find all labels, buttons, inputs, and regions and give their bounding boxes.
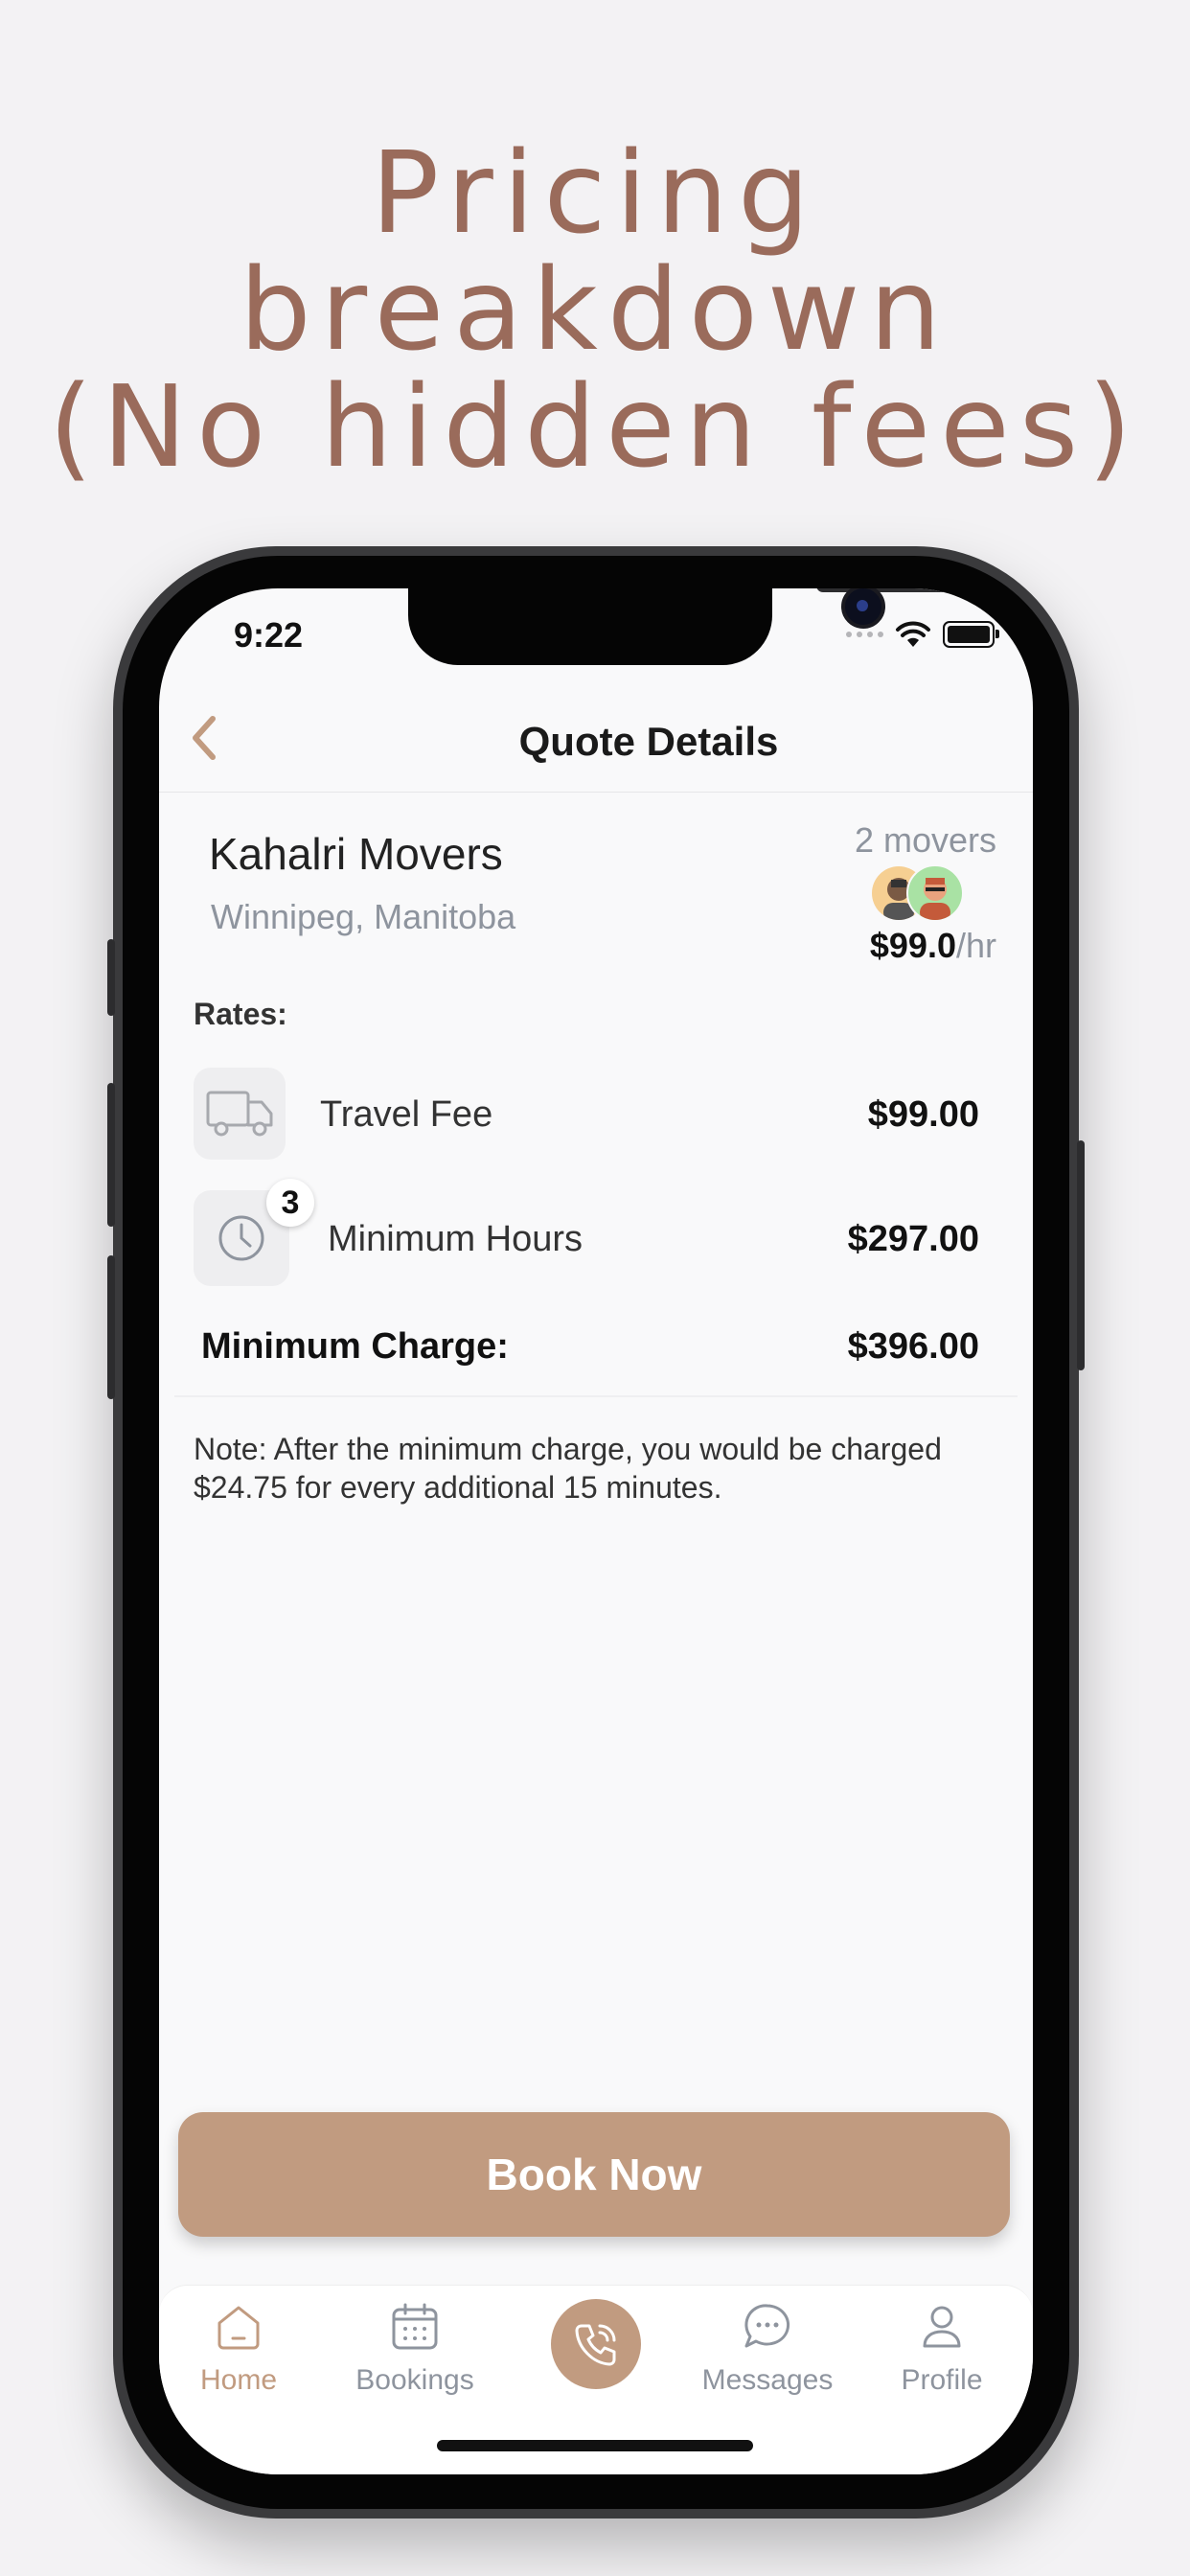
earpiece-speaker (816, 588, 970, 592)
headline-line-1: Pricing breakdown (239, 126, 951, 376)
book-now-button[interactable]: Book Now (178, 2112, 1010, 2237)
company-name: Kahalri Movers (209, 829, 503, 879)
tab-profile-label: Profile (901, 2364, 983, 2396)
call-button[interactable] (551, 2299, 641, 2389)
volume-up-button (107, 1083, 115, 1227)
travel-fee-amount: $99.00 (867, 1094, 979, 1135)
minimum-hours-amount: $297.00 (847, 1219, 979, 1259)
tab-home[interactable]: Home (167, 2293, 310, 2397)
pricing-note: Note: After the minimum charge, you woul… (194, 1432, 942, 1505)
hours-badge: 3 (266, 1179, 314, 1227)
signal-icon (846, 632, 883, 637)
tab-bookings-label: Bookings (355, 2364, 474, 2396)
hourly-rate: $99.0/hr (870, 926, 996, 966)
notch (408, 588, 970, 665)
page-title: Quote Details (518, 719, 779, 764)
mover-avatars (872, 864, 968, 924)
person-icon (923, 2306, 961, 2348)
volume-down-button (107, 1255, 115, 1399)
tab-profile[interactable]: Profile (870, 2293, 1014, 2397)
app-screen: 9:22 Quote Details Kahalri Movers Winnip… (159, 588, 1033, 2474)
battery-icon (943, 621, 999, 648)
travel-fee-label: Travel Fee (320, 1094, 493, 1135)
tab-home-label: Home (199, 2364, 278, 2396)
headline-line-2: (No hidden fees) (48, 360, 1142, 493)
travel-fee-icon-tile (194, 1068, 286, 1160)
chat-bubble-icon (744, 2304, 790, 2348)
divider (174, 1395, 1018, 1397)
rates-heading: Rates: (194, 997, 287, 1031)
calendar-icon (392, 2303, 438, 2350)
tab-bookings[interactable]: Bookings (343, 2293, 487, 2397)
movers-count: 2 movers (854, 820, 996, 860)
truck-icon (206, 1091, 273, 1137)
tab-messages-label: Messages (701, 2364, 834, 2396)
hourly-rate-value: $99.0 (869, 926, 956, 965)
home-icon (217, 2306, 260, 2350)
minimum-hours-label: Minimum Hours (328, 1219, 584, 1259)
wifi-icon (896, 621, 930, 647)
phone-frame: 9:22 Quote Details Kahalri Movers Winnip… (107, 546, 1085, 2518)
tab-messages[interactable]: Messages (696, 2293, 839, 2397)
mute-switch (107, 939, 115, 1016)
promo-headline: Pricing breakdown (No hidden fees) (0, 134, 1190, 485)
status-time: 9:22 (234, 615, 304, 655)
minimum-charge-label: Minimum Charge: (201, 1326, 509, 1367)
company-location: Winnipeg, Manitoba (211, 897, 516, 936)
minimum-charge-amount: $396.00 (847, 1326, 979, 1367)
phone-call-icon (575, 2324, 616, 2366)
power-button (1077, 1140, 1085, 1370)
avatar (906, 864, 964, 922)
clock-icon (218, 1215, 264, 1261)
nav-bar: Quote Details (159, 684, 1033, 793)
home-indicator (437, 2440, 753, 2451)
hourly-rate-unit: /hr (955, 926, 996, 965)
